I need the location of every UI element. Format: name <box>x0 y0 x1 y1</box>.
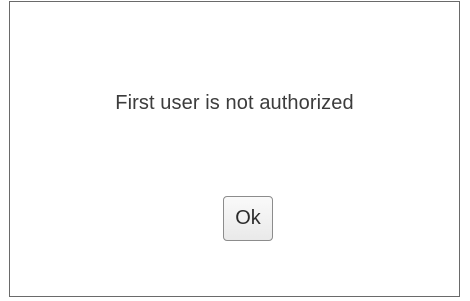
alert-dialog: First user is not authorized Ok <box>9 1 460 297</box>
ok-button[interactable]: Ok <box>223 196 273 241</box>
dialog-message: First user is not authorized <box>115 92 354 114</box>
